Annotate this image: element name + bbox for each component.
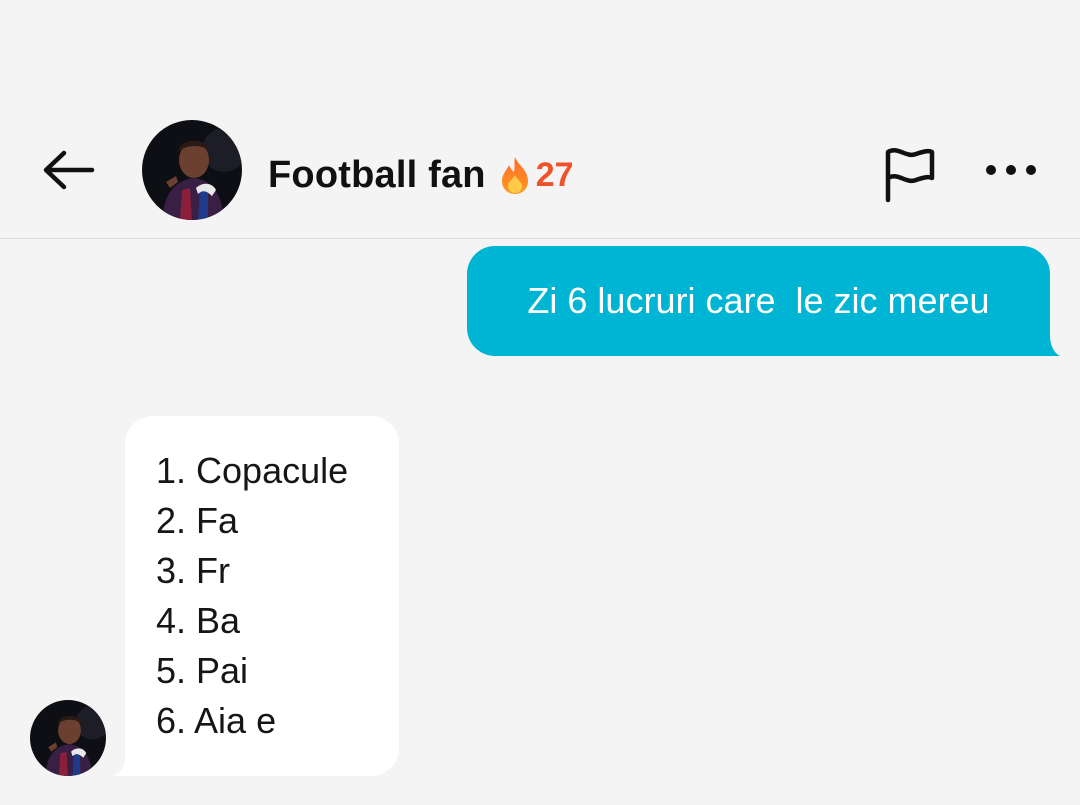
sender-avatar[interactable]: [30, 700, 106, 776]
flag-icon: [885, 148, 935, 203]
received-message-bubble[interactable]: 1. Copacule 2. Fa 3. Fr 4. Ba 5. Pai 6. …: [125, 416, 399, 776]
contact-name: Football fan: [268, 153, 486, 196]
contact-avatar[interactable]: [142, 120, 242, 220]
message-line: 5. Pai: [156, 650, 249, 691]
report-button[interactable]: [880, 144, 940, 204]
message-line: 3. Fr: [156, 550, 231, 591]
back-button[interactable]: [36, 145, 102, 195]
message-line: 1. Copacule: [156, 450, 349, 491]
sent-bubble-tail: [1040, 335, 1060, 356]
message-line: 2. Fa: [156, 500, 239, 541]
message-line: 4. Ba: [156, 600, 241, 641]
more-horizontal-icon: [986, 165, 1036, 175]
more-options-button[interactable]: [980, 155, 1042, 185]
streak-count: 27: [535, 155, 574, 194]
sent-message-bubble[interactable]: Zi 6 lucruri care le zic mereu: [467, 246, 1050, 356]
sent-message-text: Zi 6 lucruri care le zic mereu: [527, 280, 990, 321]
arrow-left-icon: [43, 150, 95, 190]
flame-icon: [498, 155, 532, 195]
chat-screen: Football fan 27 Zi 6 lucruri care le zic…: [0, 0, 1080, 805]
message-line: 6. Aia e: [156, 700, 277, 741]
chat-header: Football fan 27: [0, 110, 1080, 239]
chat-title[interactable]: Football fan 27: [268, 150, 574, 200]
